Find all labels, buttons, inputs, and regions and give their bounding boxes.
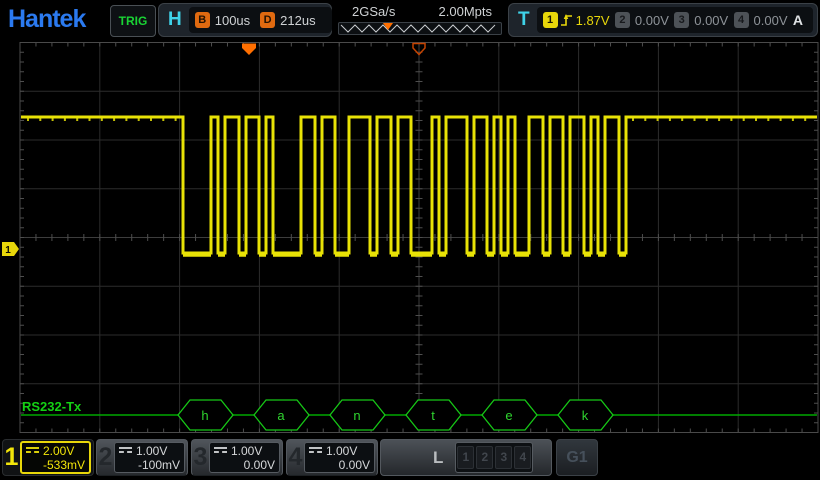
channel3-number: 3	[192, 443, 209, 472]
memory-depth: 2.00Mpts	[439, 2, 492, 22]
timebase-value: 100us	[215, 13, 250, 28]
channel4-scale: 1.00V	[326, 444, 357, 458]
trigger-time-marker-icon[interactable]	[242, 44, 256, 56]
channel2-settings-box: 1.00V -100mV	[114, 442, 185, 473]
channel3-panel[interactable]: 3 1.00V 0.00V	[191, 439, 283, 476]
trigger-ch4-badge: 4	[734, 12, 749, 28]
channel3-dc-coupling-icon	[214, 447, 227, 456]
trigger-values-box: 1 1.87V 2 0.00V 3 0.00V 4 0.	[537, 7, 813, 33]
rising-edge-icon	[560, 12, 573, 28]
logic-digit-3: 3	[495, 446, 512, 469]
acquisition-info: 2GSa/s 2.00Mpts	[338, 2, 502, 38]
decoded-character: e	[505, 408, 512, 423]
channel2-number: 2	[97, 443, 114, 472]
trigger-ch3-level: 0.00V	[694, 13, 728, 28]
trigger-label: T	[509, 9, 537, 31]
decoded-character: t	[431, 408, 435, 423]
ch1-ground-marker[interactable]: 1	[2, 242, 19, 256]
channel1-number: 1	[3, 443, 20, 472]
logic-digit-4: 4	[514, 446, 531, 469]
logic-digits-box: 1 2 3 4	[455, 442, 533, 473]
trigger-ch3-badge: 3	[674, 12, 689, 28]
memory-zigzag-icon	[339, 23, 499, 34]
decoded-character: a	[277, 408, 285, 423]
g1-generator-panel[interactable]: G1	[556, 439, 598, 476]
scope-graticule-canvas: 1 RS232-Tx h a n t e k	[0, 40, 820, 437]
trigger-source-badge: 1	[543, 12, 558, 28]
trigger-ch2-level: 0.00V	[635, 13, 669, 28]
delay-value: 212us	[280, 13, 315, 28]
oscilloscope-screen: Hantek TRIG H B 100us D 212us 2GSa/s 2.0…	[0, 0, 820, 480]
channel1-panel[interactable]: 1 2.00V -533mV	[2, 439, 94, 476]
horizontal-panel[interactable]: H B 100us D 212us	[158, 3, 332, 37]
channel4-settings-box: 1.00V 0.00V	[304, 442, 375, 473]
channel2-dc-coupling-icon	[119, 447, 132, 456]
channel4-panel[interactable]: 4 1.00V 0.00V	[286, 439, 378, 476]
channel1-offset: -533mV	[26, 458, 85, 472]
sample-rate: 2GSa/s	[352, 2, 395, 22]
decoded-character: k	[582, 408, 589, 423]
horizontal-values-box: B 100us D 212us	[189, 7, 332, 33]
channel3-offset: 0.00V	[214, 458, 275, 472]
top-status-bar: Hantek TRIG H B 100us D 212us 2GSa/s 2.0…	[0, 0, 820, 40]
channel2-panel[interactable]: 2 1.00V -100mV	[96, 439, 188, 476]
channel2-offset: -100mV	[119, 458, 180, 472]
horizontal-label: H	[159, 9, 189, 31]
channel4-offset: 0.00V	[309, 458, 370, 472]
channel2-scale: 1.00V	[136, 444, 167, 458]
channel1-dc-coupling-icon	[26, 447, 39, 456]
decoded-character: n	[353, 408, 360, 423]
trigger-ch2-badge: 2	[615, 12, 630, 28]
rs232-decode-track: hantek	[21, 400, 817, 430]
graticule-grid	[20, 43, 818, 433]
timebase-icon: B	[195, 12, 210, 28]
memory-position-bar[interactable]	[338, 22, 502, 35]
waveform-display-area: 1 RS232-Tx h a n t e k	[0, 40, 820, 437]
delay-icon: D	[260, 12, 275, 28]
ch1-ground-marker-label: 1	[5, 245, 11, 256]
logic-panel-label: L	[433, 448, 443, 468]
channel4-number: 4	[287, 443, 304, 472]
channel1-settings-box: 2.00V -533mV	[20, 441, 91, 474]
channel4-dc-coupling-icon	[309, 447, 322, 456]
channel3-scale: 1.00V	[231, 444, 262, 458]
channel3-settings-box: 1.00V 0.00V	[209, 442, 280, 473]
decoded-character: h	[201, 408, 208, 423]
logic-digit-1: 1	[457, 446, 474, 469]
trigger-level-value: 1.87V	[576, 13, 610, 28]
channel1-scale: 2.00V	[43, 444, 74, 458]
logic-digit-2: 2	[476, 446, 493, 469]
trigger-ch4-level: 0.00V	[754, 13, 788, 28]
logic-channels-panel[interactable]: L 1 2 3 4	[380, 439, 552, 476]
trigger-panel[interactable]: T 1 1.87V 2 0.00V 3 0.00V	[508, 3, 818, 37]
acquisition-mode-indicator: A	[793, 12, 803, 28]
trigger-status-badge: TRIG	[110, 5, 156, 37]
bottom-status-bar: 1 2.00V -533mV 2 1.00V -100mV 3	[0, 437, 820, 480]
brand-logo: Hantek	[8, 5, 85, 34]
decode-bus-label: RS232-Tx	[22, 399, 82, 414]
